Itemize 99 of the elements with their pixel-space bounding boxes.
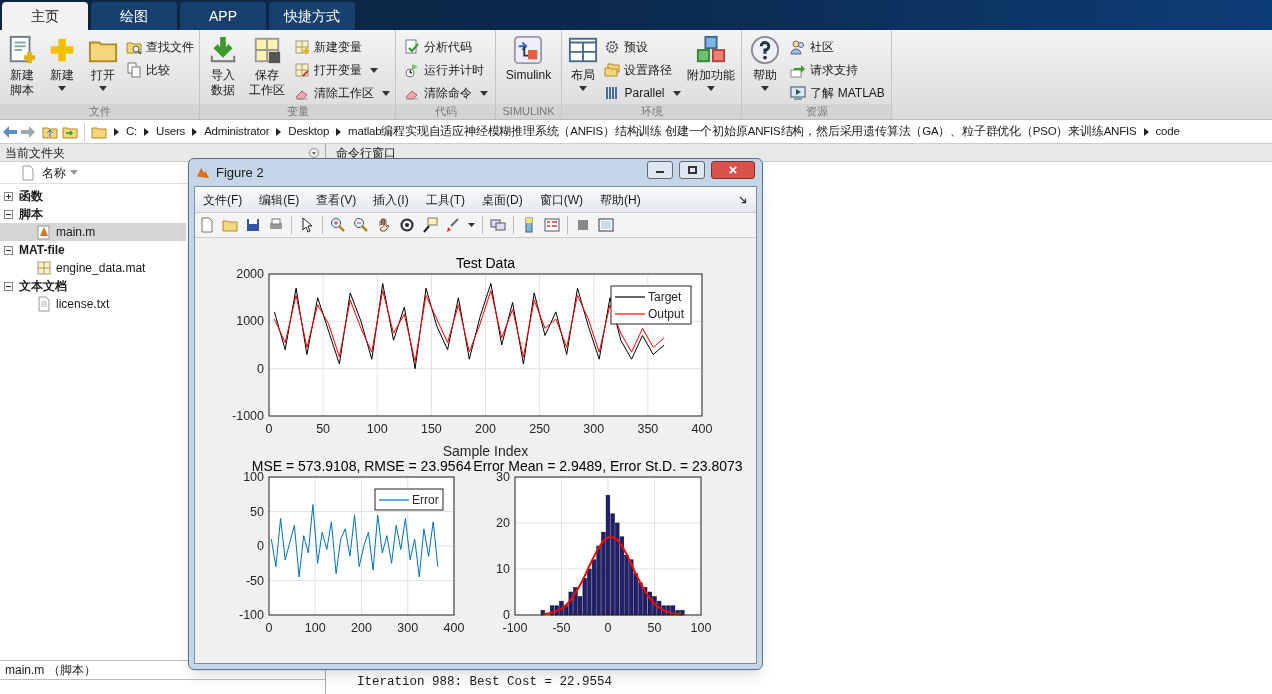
axis-label: Sample Index [442, 443, 529, 459]
tick-label: 50 [250, 504, 264, 519]
tick-label: 0 [604, 621, 612, 635]
toolbar-button[interactable]: 社区 [790, 38, 885, 56]
ribbon-tab[interactable]: 快捷方式 [269, 2, 355, 30]
toolbar-button[interactable]: 清除工作区 [293, 84, 390, 102]
toolbar-button[interactable]: Parallel [604, 84, 681, 102]
tick-label: 30 [496, 470, 510, 484]
section-label: 环境 [562, 104, 741, 119]
tick-label: 0 [503, 608, 510, 622]
toolbar-button[interactable]: 打开 [85, 35, 120, 91]
ribbon-tab[interactable]: 主页 [2, 2, 88, 30]
window-title: Figure 2 [216, 163, 265, 182]
menu-item[interactable]: 桌面(D) [482, 190, 523, 209]
menu-item[interactable]: 工具(T) [425, 190, 465, 209]
tick-label: 100 [690, 621, 712, 635]
path-segment[interactable]: matlab编程实现自适应神经模糊推理系统（ANFIS）结构训练 创建一个初始原ANFIS结构，然后采用遗传算法（GA）、粒子群优化（PSO）来训练ANFIS [348, 122, 1137, 141]
menu-item[interactable]: 编辑(E) [259, 190, 300, 209]
path-segment[interactable]: Desktop [288, 122, 330, 141]
toolbar-button[interactable]: 查找文件 [125, 38, 194, 56]
section-label: 变量 [200, 104, 395, 119]
toolbar-button[interactable]: 比较 [125, 61, 194, 79]
tree-group-label: 脚本 [19, 206, 43, 223]
toolbar-button[interactable]: 设置路径 [604, 61, 681, 79]
menu-item[interactable]: 帮助(H) [600, 190, 641, 209]
menu-item[interactable]: 查看(V) [316, 190, 357, 209]
toolbar-button[interactable]: 预设 [604, 38, 681, 56]
panel-title: 命令行窗口 [336, 144, 396, 162]
section-label: 文件 [0, 104, 199, 119]
toolbar-button[interactable]: 新建 [45, 35, 80, 91]
panel-title: 当前文件夹 [5, 144, 65, 162]
tick-label: 50 [647, 621, 662, 635]
ribbon-tab[interactable]: APP [180, 2, 266, 30]
toolbar-button[interactable]: 新建变量 [293, 38, 390, 56]
tick-label: 0 [257, 539, 264, 553]
tick-label: -1000 [232, 409, 264, 423]
tick-label: -100 [502, 621, 528, 635]
chart-title: Test Data [455, 255, 516, 271]
tick-label: 0 [265, 422, 273, 436]
tick-label: 20 [496, 516, 510, 530]
section-label: SIMULINK [496, 104, 561, 119]
tree-group-label: MAT-file [19, 242, 65, 259]
path-segment[interactable]: Administrator [204, 122, 270, 141]
tick-label: 10 [496, 562, 510, 576]
legend-label: Output [648, 307, 685, 321]
path-segment[interactable]: Users [156, 122, 186, 141]
toolbar-button[interactable]: 布局 [566, 35, 601, 91]
tree-group-label: 文本文档 [19, 278, 67, 295]
tree-group-label: 函数 [19, 188, 43, 205]
details-text: main.m （脚本） [5, 662, 96, 679]
path-segment[interactable]: C: [126, 122, 138, 141]
toolbar-button[interactable]: 分析代码 [403, 38, 488, 56]
tick-label: 2000 [236, 267, 264, 281]
toolbar-button[interactable]: 打开变量 [293, 61, 390, 79]
tick-label: -100 [238, 608, 264, 622]
toolbar-button[interactable]: 保存 工作区 [246, 35, 287, 98]
toolbar-button[interactable]: 附加功能 [684, 35, 737, 91]
toolbar-button[interactable]: 导入 数据 [205, 35, 240, 98]
tick-label: 100 [366, 422, 388, 436]
file-row[interactable]: main.m [0, 223, 186, 241]
legend-label: Target [648, 290, 682, 304]
tick-label: 0 [265, 621, 273, 635]
toolbar-button[interactable]: 清除命令 [403, 84, 488, 102]
tick-label: 150 [420, 422, 442, 436]
legend-label: Error [412, 493, 439, 507]
menu-item[interactable]: 窗口(W) [539, 190, 583, 209]
toolbar-button[interactable]: 新建 脚本 [5, 35, 40, 98]
toolbar-button[interactable]: 请求支持 [790, 61, 885, 79]
tick-label: -50 [245, 573, 264, 588]
file-name: main.m [56, 224, 96, 241]
command-output: Iteration 988: Best Cost = 22.9554 [357, 674, 614, 690]
path-segment[interactable]: code [1155, 122, 1180, 141]
tick-label: 200 [475, 422, 496, 436]
menu-item[interactable]: 插入(I) [373, 190, 409, 209]
tick-label: 300 [397, 621, 419, 635]
tick-label: 350 [637, 422, 659, 436]
toolbar-button[interactable]: 帮助 [748, 35, 783, 91]
toolbar-button[interactable]: 了解 MATLAB [790, 84, 885, 102]
tick-label: 50 [316, 422, 331, 436]
ribbon-tab[interactable]: 绘图 [91, 2, 177, 30]
toolbar-button[interactable]: Simulink [503, 35, 554, 83]
section-label: 资源 [742, 104, 891, 119]
tick-label: 100 [304, 621, 326, 635]
file-row[interactable]: license.txt [0, 295, 186, 313]
tick-label: -50 [552, 621, 571, 635]
tick-label: 300 [583, 422, 605, 436]
tick-label: 400 [691, 422, 713, 436]
file-row[interactable]: engine_data.mat [0, 259, 186, 277]
column-sort-button[interactable]: 名称 [42, 163, 78, 182]
menu-item[interactable]: 文件(F) [203, 190, 243, 209]
tick-label: 1000 [236, 314, 264, 329]
toolbar-button[interactable]: 运行并计时 [403, 61, 488, 79]
section-label: 代码 [396, 104, 495, 119]
tick-label: 200 [351, 621, 372, 635]
file-name: license.txt [56, 296, 110, 313]
tick-label: 0 [257, 361, 264, 376]
tick-label: 400 [443, 621, 465, 635]
file-name: engine_data.mat [56, 260, 146, 277]
tick-label: 250 [529, 422, 551, 436]
